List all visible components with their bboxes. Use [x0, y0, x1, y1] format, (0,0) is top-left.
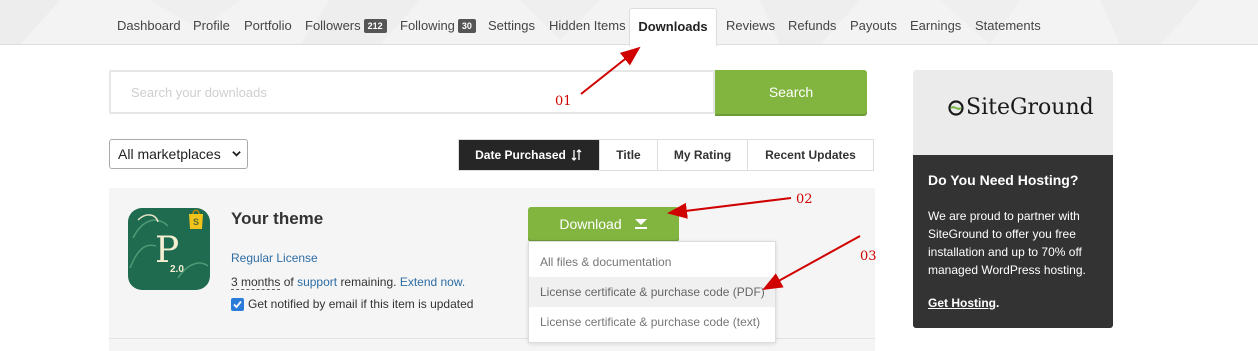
download-button-label: Download [559, 215, 622, 232]
extend-now-link[interactable]: Extend now. [400, 275, 465, 289]
notify-option[interactable]: Get notified by email if this item is up… [231, 297, 473, 311]
nav-downloads-tab[interactable]: Downloads [629, 8, 717, 46]
item-title[interactable]: Your theme [231, 209, 323, 229]
nav-followers-label: Followers [305, 18, 361, 33]
nav-dashboard[interactable]: Dashboard [117, 18, 181, 33]
download-all-files[interactable]: All files & documentation [529, 247, 775, 277]
nav-statements[interactable]: Statements [975, 18, 1041, 33]
checkmark-icon [233, 300, 242, 308]
marketplace-select-value: All marketplaces [118, 146, 221, 162]
sort-date-purchased[interactable]: Date Purchased [459, 140, 600, 170]
nav-hidden-items[interactable]: Hidden Items [549, 18, 626, 33]
notify-checkbox[interactable] [231, 297, 244, 311]
nav-refunds[interactable]: Refunds [788, 18, 836, 33]
ad-body-text: We are proud to partner with SiteGround … [928, 209, 1086, 277]
nav-payouts[interactable]: Payouts [850, 18, 897, 33]
download-caret-icon [634, 219, 647, 229]
nav-downloads-label: Downloads [638, 19, 708, 34]
marketplace-select[interactable]: All marketplaces [109, 139, 248, 169]
download-license-pdf[interactable]: License certificate & purchase code (PDF… [529, 277, 775, 307]
annotation-label-01: 01 [555, 94, 572, 109]
download-license-text[interactable]: License certificate & purchase code (tex… [529, 307, 775, 337]
thumbnail-version: 2.0 [170, 264, 184, 275]
support-link[interactable]: support [297, 275, 337, 289]
sort-arrows-icon [571, 149, 582, 161]
nav-settings[interactable]: Settings [488, 18, 535, 33]
nav-followers[interactable]: Followers 212 [305, 18, 387, 33]
followers-count-badge: 212 [363, 19, 387, 33]
ad-link-suffix: . [996, 296, 1000, 310]
siteground-ad: SiteGround Do You Need Hosting? We are p… [913, 70, 1113, 328]
notify-label: Get notified by email if this item is up… [248, 297, 474, 311]
siteground-mark-icon [948, 99, 964, 116]
support-status: 3 months of support remaining. Extend no… [231, 275, 465, 290]
annotation-label-03: 03 [860, 249, 877, 264]
search-button[interactable]: Search [715, 70, 867, 114]
following-count-badge: 30 [457, 19, 476, 33]
get-hosting-link[interactable]: Get Hosting [928, 296, 996, 310]
nav-portfolio[interactable]: Portfolio [244, 18, 292, 33]
chevron-down-icon [232, 151, 241, 157]
svg-text:S: S [193, 217, 199, 227]
sort-title[interactable]: Title [600, 140, 658, 170]
ad-logo-area: SiteGround [913, 70, 1113, 155]
nav-profile[interactable]: Profile [193, 18, 230, 33]
nav-reviews[interactable]: Reviews [726, 18, 775, 33]
ad-link-line: Get Hosting. [928, 296, 999, 310]
ad-content: Do You Need Hosting? We are proud to par… [913, 155, 1113, 328]
sort-date-purchased-label: Date Purchased [475, 148, 566, 162]
support-of-text: of [283, 275, 294, 289]
nav-following[interactable]: Following 30 [400, 18, 476, 33]
shopify-bag-icon: S [189, 209, 203, 229]
search-input[interactable] [109, 70, 715, 114]
support-duration: 3 months [231, 275, 281, 290]
nav-following-label: Following [400, 18, 455, 33]
siteground-logo[interactable]: SiteGround [948, 95, 1094, 120]
sort-recent-updates[interactable]: Recent Updates [748, 140, 873, 170]
nav-earnings[interactable]: Earnings [910, 18, 961, 33]
download-dropdown-menu: All files & documentation License certif… [528, 241, 776, 343]
download-button[interactable]: Download [528, 207, 679, 240]
theme-thumbnail[interactable]: P 2.0 S [128, 208, 210, 290]
sort-bar: Date Purchased Title My Rating Recent Up… [458, 139, 874, 171]
license-link[interactable]: Regular License [231, 251, 318, 265]
support-remaining-text: remaining. [340, 275, 397, 289]
ad-heading: Do You Need Hosting? [928, 172, 1079, 188]
annotation-label-02: 02 [796, 192, 813, 207]
sort-my-rating[interactable]: My Rating [658, 140, 748, 170]
siteground-logo-text: SiteGround [966, 95, 1094, 120]
